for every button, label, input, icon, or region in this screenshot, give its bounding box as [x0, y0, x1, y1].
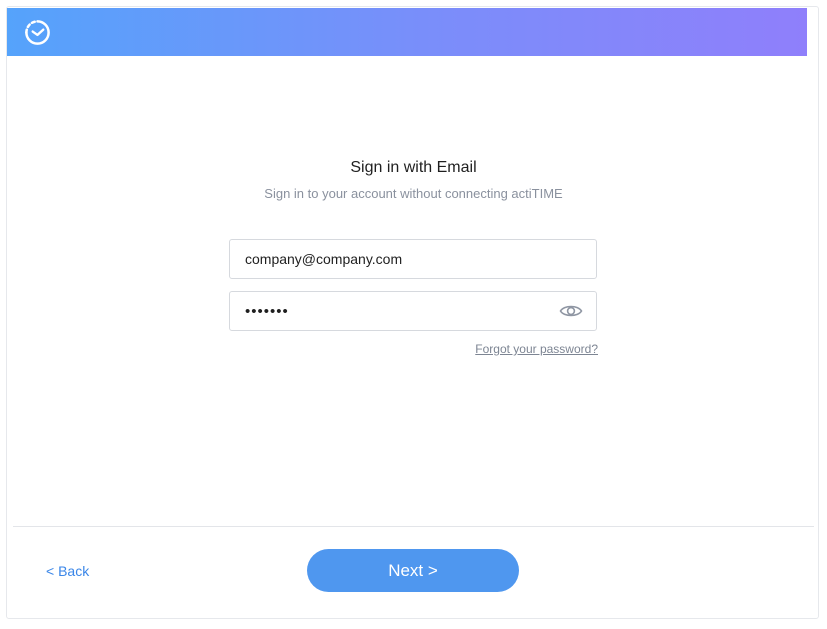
email-field-container [229, 239, 597, 279]
password-field-container [229, 291, 597, 331]
clock-icon [25, 20, 50, 45]
header-bar [7, 8, 807, 56]
footer-divider [13, 526, 814, 527]
next-button[interactable]: Next > [307, 549, 519, 592]
forgot-password-link[interactable]: Forgot your password? [229, 342, 598, 356]
email-field[interactable] [245, 240, 545, 278]
page-title: Sign in with Email [350, 159, 477, 176]
password-field[interactable] [245, 292, 545, 330]
back-button[interactable]: < Back [46, 563, 89, 579]
eye-icon[interactable] [559, 302, 583, 320]
page-subtitle: Sign in to your account without connecti… [264, 186, 563, 201]
